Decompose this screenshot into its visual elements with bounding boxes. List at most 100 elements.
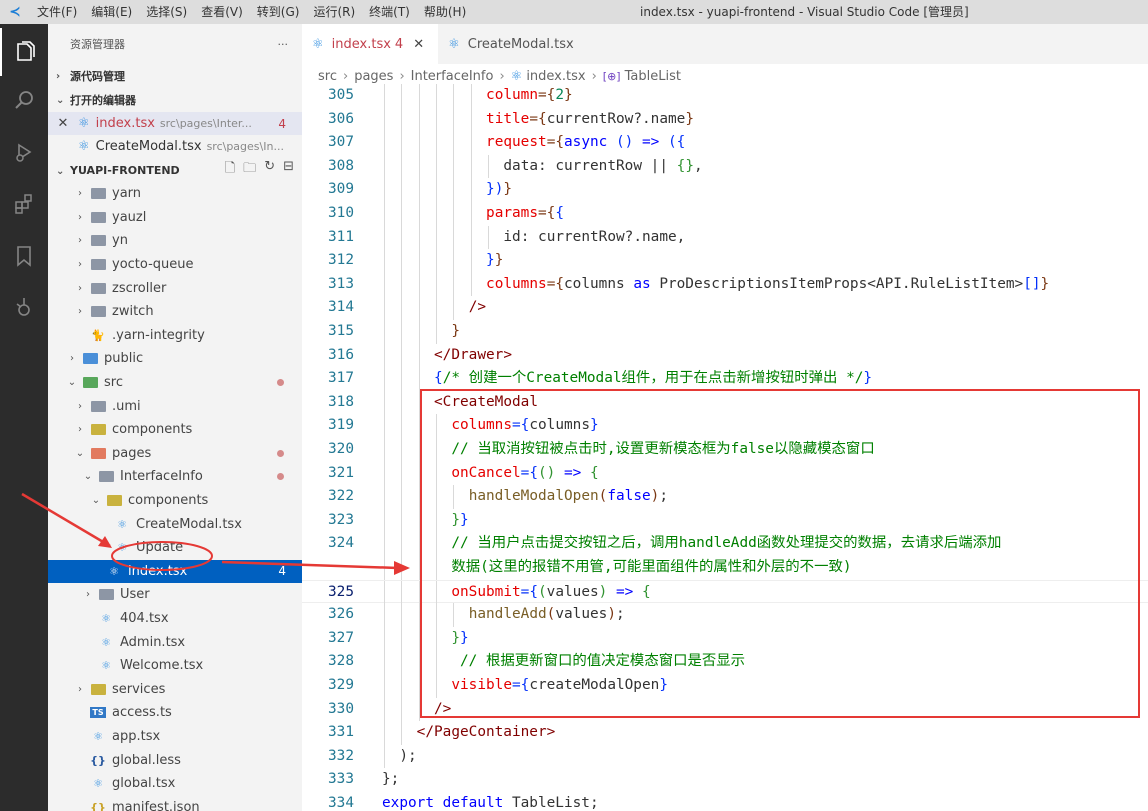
- tab-index[interactable]: ⚛ index.tsx 4 ✕: [302, 24, 439, 64]
- open-editor-createmodal[interactable]: ⚛ CreateModal.tsx src\pages\In...: [48, 135, 302, 158]
- menu-item[interactable]: 文件(F): [30, 0, 84, 24]
- tree-item-label: yarn: [112, 186, 142, 202]
- folder-icon: [90, 305, 106, 319]
- menu-item[interactable]: 选择(S): [139, 0, 194, 24]
- code-text: })}: [486, 181, 513, 198]
- line-number: 312: [328, 252, 354, 269]
- tree-folder[interactable]: › User: [48, 583, 302, 607]
- line-number: 306: [328, 110, 354, 127]
- line-number: 324: [328, 535, 354, 552]
- code-line: 309})}: [302, 178, 1148, 202]
- tree-folder[interactable]: ⌄ InterfaceInfo: [48, 465, 302, 489]
- menu-item[interactable]: 运行(R): [306, 0, 362, 24]
- chevron-right-icon: ›: [86, 589, 90, 601]
- menu-item[interactable]: 查看(V): [194, 0, 250, 24]
- tree-folder[interactable]: › services: [48, 678, 302, 702]
- menu-item[interactable]: 编辑(E): [84, 0, 139, 24]
- tree-item-label: yn: [112, 233, 128, 249]
- tree-item-label: yocto-queue: [112, 257, 194, 273]
- tab-createmodal[interactable]: ⚛ CreateModal.tsx: [438, 24, 588, 64]
- breadcrumb-item[interactable]: TableList: [625, 69, 681, 84]
- chevron-down-icon: ⌄: [56, 165, 65, 177]
- code-text: };: [382, 771, 400, 788]
- section-source-control[interactable]: › 源代码管理: [48, 64, 302, 88]
- line-number: 316: [328, 346, 354, 363]
- git-graph-icon[interactable]: [0, 284, 48, 332]
- open-editor-index[interactable]: ✕ ⚛ index.tsx src\pages\Inter... 4: [48, 112, 302, 135]
- code-line: 332);: [302, 744, 1148, 769]
- folder-icon: [90, 187, 106, 201]
- tree-file[interactable]: TS access.ts: [48, 701, 302, 725]
- code-line: 数据(这里的报错不用管,可能里面组件的属性和外层的不一致): [302, 556, 1148, 580]
- title-bar: ≺ 文件(F) 编辑(E) 选择(S) 查看(V) 转到(G) 运行(R) 终端(T) 帮助(…: [0, 0, 1148, 24]
- line-number: 313: [328, 275, 354, 292]
- close-icon[interactable]: ✕: [413, 37, 424, 52]
- react-file-icon: ⚛: [93, 730, 103, 744]
- line-number: 308: [328, 157, 354, 174]
- close-icon[interactable]: ✕: [48, 116, 78, 131]
- line-number: 310: [328, 205, 354, 221]
- tree-file[interactable]: ⚛ index.tsx 4: [48, 559, 302, 584]
- more-actions-icon[interactable]: ···: [278, 38, 289, 51]
- section-project[interactable]: ⌄ YUAPI-FRONTEND 🗋 🗀 ↻ ⊟: [48, 158, 302, 182]
- menu-item[interactable]: 终端(T): [362, 0, 417, 24]
- breadcrumb-item[interactable]: pages: [354, 69, 393, 84]
- new-file-icon[interactable]: 🗋: [225, 159, 235, 181]
- code-editor[interactable]: 305 column={2} 306 title={currentRow?.name}…: [302, 84, 1148, 811]
- tree-file[interactable]: ⚛ CreateModal.tsx: [48, 512, 302, 536]
- tree-folder[interactable]: ⌄ pages: [48, 442, 302, 466]
- tree-folder[interactable]: › public: [48, 347, 302, 371]
- new-folder-icon[interactable]: 🗀: [243, 159, 256, 181]
- tree-file[interactable]: ⚛ global.tsx: [48, 772, 302, 796]
- less-file-icon: {}: [90, 753, 106, 767]
- tree-item-label: Update: [136, 540, 184, 556]
- tree-file[interactable]: ⚛ app.tsx: [48, 725, 302, 749]
- tree-file[interactable]: {} global.less: [48, 748, 302, 772]
- chevron-down-icon: ⌄: [56, 94, 65, 106]
- bookmark-icon[interactable]: [0, 232, 48, 280]
- line-number: 334: [328, 795, 354, 811]
- tree-item-label: public: [104, 351, 144, 367]
- explorer-icon[interactable]: [0, 28, 48, 76]
- tree-item-label: User: [120, 587, 150, 603]
- search-icon[interactable]: [0, 76, 48, 124]
- code-text: // 当用户点击提交按钮之后，调用handleAdd函数处理提交的数据，去请求后…: [451, 535, 1002, 552]
- line-number: 330: [328, 700, 354, 717]
- tree-folder[interactable]: › zwitch: [48, 300, 302, 324]
- code-text: columns={columns}: [451, 417, 599, 434]
- tree-folder[interactable]: › yauzl: [48, 206, 302, 230]
- tree-folder[interactable]: ⌄ components: [48, 489, 302, 513]
- tree-file[interactable]: ⚛ 404.tsx: [48, 607, 302, 631]
- tab-label: CreateModal.tsx: [467, 36, 574, 52]
- tree-folder[interactable]: › yn: [48, 229, 302, 253]
- extensions-icon[interactable]: [0, 180, 48, 228]
- breadcrumb-item[interactable]: InterfaceInfo: [411, 69, 494, 84]
- breadcrumb-item[interactable]: src: [318, 69, 337, 84]
- tree-file[interactable]: ⚛ Update: [48, 536, 302, 560]
- refresh-icon[interactable]: ↻: [264, 159, 275, 181]
- tree-folder[interactable]: › components: [48, 418, 302, 442]
- tree-folder[interactable]: ⌄ src: [48, 371, 302, 395]
- breadcrumb-item[interactable]: index.tsx: [526, 69, 585, 84]
- section-open-editors[interactable]: ⌄ 打开的编辑器: [48, 88, 302, 112]
- code-line: 334 export default TableList;: [302, 792, 1148, 811]
- react-file-icon: ⚛: [78, 116, 90, 131]
- tree-file[interactable]: {} manifest.json: [48, 796, 302, 811]
- tree-file[interactable]: 🐈 .yarn-integrity: [48, 324, 302, 348]
- react-file-icon: ⚛: [78, 139, 90, 154]
- run-debug-icon[interactable]: [0, 128, 48, 176]
- yarn-file-icon: 🐈: [91, 328, 105, 342]
- chevron-right-icon: ›: [78, 306, 82, 318]
- tree-file[interactable]: ⚛ Admin.tsx: [48, 630, 302, 654]
- code-line: 319 columns={columns}: [302, 414, 1148, 438]
- collapse-all-icon[interactable]: ⊟: [283, 159, 294, 181]
- tree-folder[interactable]: › .umi: [48, 394, 302, 418]
- tree-folder[interactable]: › yocto-queue: [48, 253, 302, 277]
- tree-folder[interactable]: › yarn: [48, 182, 302, 206]
- menu-item[interactable]: 转到(G): [250, 0, 307, 24]
- code-line: 331 </PageContainer>: [302, 721, 1148, 745]
- tree-file[interactable]: ⚛ Welcome.tsx: [48, 654, 302, 678]
- tree-folder[interactable]: › zscroller: [48, 276, 302, 300]
- menu-item[interactable]: 帮助(H): [417, 0, 473, 24]
- tree-item-label: .yarn-integrity: [112, 327, 205, 343]
